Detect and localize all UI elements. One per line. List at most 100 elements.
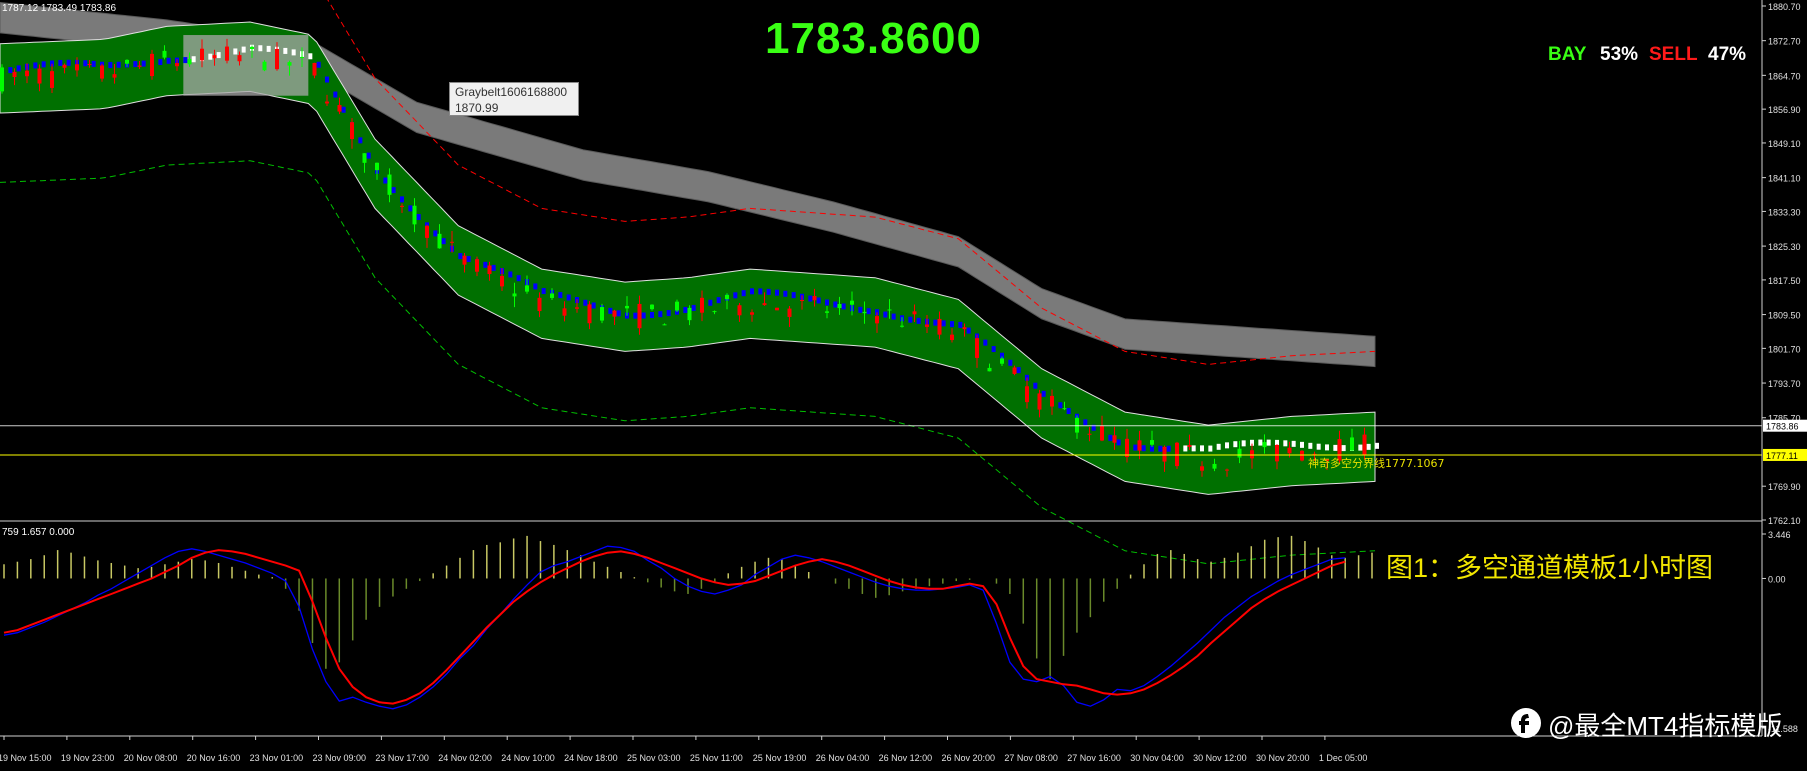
- trend-dot: [591, 302, 596, 309]
- trend-dot: [1033, 382, 1038, 389]
- candle-body: [375, 162, 379, 171]
- bay-label: BAY: [1548, 44, 1587, 65]
- hover-tooltip: Graybelt1606168800 1870.99: [449, 82, 579, 116]
- trend-dot: [825, 299, 829, 306]
- trend-dot: [533, 283, 538, 290]
- trend-dot: [741, 290, 746, 297]
- trend-dot: [1291, 440, 1296, 447]
- candle-body: [162, 50, 167, 58]
- candle-body: [675, 301, 679, 311]
- candle-body: [1275, 444, 1279, 462]
- trend-dot: [966, 327, 971, 334]
- candle-body: [1162, 446, 1167, 462]
- candle-body: [737, 305, 742, 316]
- candle-body: [1300, 450, 1304, 461]
- trend-dot: [608, 307, 613, 314]
- trend-dot: [166, 57, 171, 64]
- trend-dot: [241, 46, 246, 53]
- price-tick-label: 1872.70: [1768, 37, 1801, 47]
- candle-body: [150, 53, 154, 77]
- time-tick-label: 26 Nov 04:00: [816, 753, 870, 763]
- candle-body: [187, 59, 192, 65]
- candle-body: [800, 299, 804, 301]
- price-tick-label: 1864.70: [1768, 71, 1801, 81]
- candle-body: [525, 285, 529, 292]
- candle-body: [725, 294, 729, 300]
- trend-dot: [1300, 441, 1304, 448]
- trend-dot: [1375, 442, 1379, 449]
- chart-canvas[interactable]: 神奇多空分界线1777.1067 1880.701872.701864.7018…: [0, 0, 1807, 771]
- candle-body: [700, 297, 704, 313]
- current-price-display: 1783.8600: [765, 14, 982, 63]
- lower-dashed-band: [0, 160, 1376, 565]
- price-tick-label: 1793.70: [1768, 379, 1801, 389]
- trend-dot: [408, 205, 413, 212]
- price-tick-label: 1817.50: [1768, 276, 1801, 286]
- candle-body: [62, 64, 67, 68]
- trend-dot: [416, 214, 421, 221]
- candle-body: [1100, 425, 1104, 441]
- candle-body: [400, 205, 404, 207]
- candle-body: [762, 303, 767, 306]
- candle-body: [12, 71, 17, 78]
- trend-dot: [1166, 445, 1171, 452]
- time-tick-label: 24 Nov 10:00: [501, 753, 555, 763]
- candle-body: [1287, 447, 1292, 454]
- time-tick-label: 1 Dec 05:00: [1319, 753, 1368, 763]
- tooltip-title: Graybelt1606168800: [455, 85, 568, 99]
- time-tick-label: 26 Nov 20:00: [942, 753, 996, 763]
- candle-body: [912, 311, 917, 315]
- trend-dot: [541, 288, 546, 295]
- trend-dot: [516, 275, 521, 282]
- trend-dot: [1241, 440, 1246, 447]
- price-tick-label: 1841.10: [1768, 174, 1801, 184]
- time-tick-label: 19 Nov 23:00: [61, 753, 115, 763]
- time-tick-label: 25 Nov 03:00: [627, 753, 681, 763]
- trend-dot: [400, 196, 404, 203]
- candle-body: [550, 293, 554, 298]
- candle-body: [637, 303, 642, 329]
- time-tick-label: 23 Nov 09:00: [313, 753, 367, 763]
- candle-body: [1350, 437, 1354, 451]
- trend-dot: [583, 299, 588, 306]
- trend-dot: [941, 320, 946, 327]
- trend-dot: [325, 76, 329, 83]
- candle-body: [1112, 435, 1117, 443]
- trend-dot: [116, 61, 121, 68]
- trend-dot: [1283, 440, 1288, 447]
- candle-body: [237, 55, 242, 62]
- trend-dot: [1016, 367, 1021, 374]
- oscillator-readout: 759 1.657 0.000: [2, 527, 75, 538]
- candle-body: [487, 265, 492, 275]
- time-tick-label: 27 Nov 16:00: [1067, 753, 1121, 763]
- time-tick-label: 27 Nov 08:00: [1004, 753, 1058, 763]
- trend-dot: [283, 47, 288, 54]
- candle-body: [837, 304, 842, 309]
- candle-body: [625, 305, 629, 309]
- trend-dot: [316, 61, 321, 68]
- trend-dot: [466, 256, 471, 263]
- candle-body: [1212, 463, 1217, 469]
- trend-dot: [666, 310, 671, 317]
- time-tick-label: 24 Nov 18:00: [564, 753, 618, 763]
- trend-dot: [1116, 439, 1121, 446]
- sell-label: SELL: [1649, 44, 1698, 65]
- trend-dot: [191, 56, 196, 63]
- candle-body: [662, 324, 667, 326]
- trend-dot: [16, 65, 21, 72]
- price-tick-label: 1880.70: [1768, 2, 1801, 12]
- candle-body: [462, 255, 467, 265]
- candle-body: [50, 71, 54, 88]
- price-tick-label: 1809.50: [1768, 311, 1801, 321]
- trend-dot: [566, 294, 571, 301]
- candle-body: [850, 300, 854, 305]
- candle-body: [350, 122, 354, 140]
- trend-dot: [358, 137, 363, 144]
- candle-body: [450, 241, 454, 243]
- trend-dot: [1333, 444, 1338, 451]
- candle-body: [787, 308, 792, 317]
- trend-dot: [633, 312, 638, 319]
- trend-dot: [1133, 444, 1138, 451]
- candle-body: [712, 311, 717, 313]
- trend-dot: [391, 187, 396, 194]
